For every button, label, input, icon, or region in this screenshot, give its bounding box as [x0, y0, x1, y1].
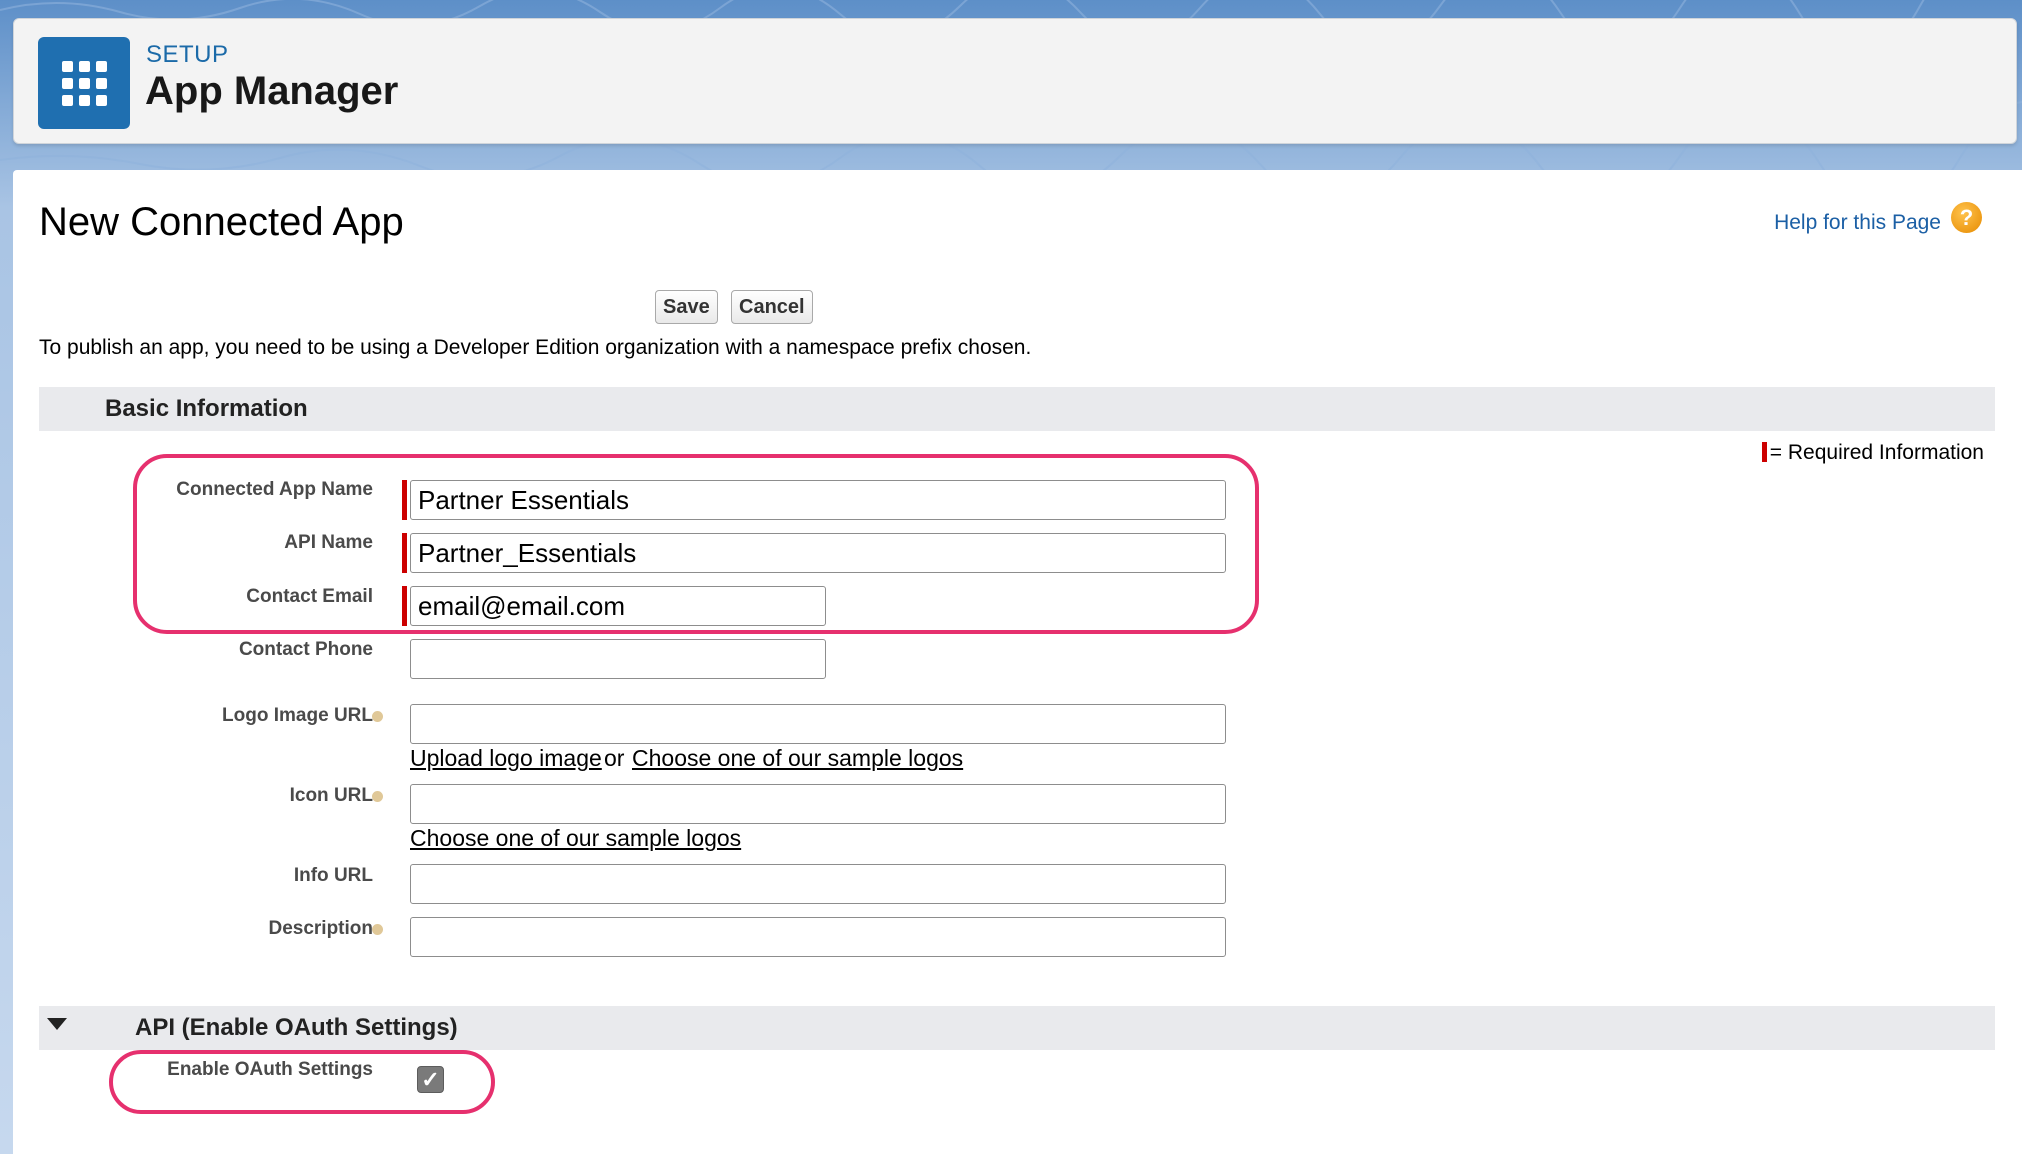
section-title: API (Enable OAuth Settings)	[135, 1014, 458, 1041]
collapse-triangle-icon[interactable]	[47, 1018, 67, 1030]
main-content: New Connected App Help for this Page ? S…	[13, 170, 2022, 1154]
icon-url-input[interactable]	[410, 784, 1226, 824]
help-link[interactable]: Help for this Page	[1774, 211, 1941, 235]
section-title: Basic Information	[105, 395, 308, 422]
description-input[interactable]	[410, 917, 1226, 957]
contact-phone-input[interactable]	[410, 639, 826, 679]
page-title: New Connected App	[39, 200, 404, 244]
logo-image-url-label: Logo Image URL	[222, 705, 373, 726]
setup-eyebrow: SETUP	[146, 41, 229, 68]
choose-sample-logos-link[interactable]: Choose one of our sample logos	[410, 825, 741, 852]
upload-logo-image-link[interactable]: Upload logo image	[410, 745, 602, 772]
required-note-text: = Required Information	[1769, 441, 1984, 464]
info-url-label: Info URL	[293, 865, 373, 886]
required-marker	[1761, 442, 1767, 462]
info-url-input[interactable]	[410, 864, 1226, 904]
api-section-header[interactable]: API (Enable OAuth Settings)	[39, 1006, 1995, 1050]
save-button[interactable]: Save	[655, 290, 718, 324]
required-information-legend: = Required Information	[1761, 441, 1984, 465]
highlight-required-fields	[133, 454, 1259, 634]
basic-information-section-header: Basic Information	[39, 387, 1995, 431]
icon-url-label: Icon URL	[289, 785, 373, 806]
publish-note: To publish an app, you need to be using …	[39, 336, 1032, 359]
info-icon[interactable]	[372, 791, 383, 802]
choose-sample-logos-link[interactable]: Choose one of our sample logos	[632, 745, 963, 772]
info-icon[interactable]	[372, 924, 383, 935]
app-launcher-grid-icon	[38, 37, 130, 129]
cancel-button[interactable]: Cancel	[731, 290, 813, 324]
description-label: Description	[268, 918, 373, 939]
setup-header: SETUP App Manager	[13, 18, 2017, 144]
info-icon[interactable]	[372, 711, 383, 722]
header-title: App Manager	[145, 69, 399, 113]
or-text: or	[604, 745, 625, 771]
logo-image-url-input[interactable]	[410, 704, 1226, 744]
contact-phone-label: Contact Phone	[238, 639, 373, 660]
highlight-enable-oauth	[109, 1050, 495, 1114]
help-question-icon[interactable]: ?	[1951, 202, 1982, 233]
